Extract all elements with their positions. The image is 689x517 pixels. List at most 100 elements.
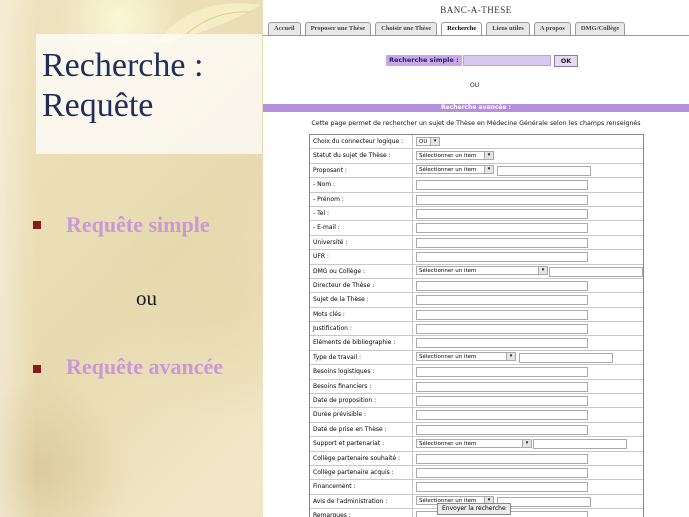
advanced-search-form: Choix du connecteur logique : OU ▾ Statut d…: [309, 134, 644, 517]
form-text-input[interactable]: [416, 208, 588, 219]
form-row: Type de travail : Sélectionner un item ▾: [310, 350, 643, 366]
form-select[interactable]: Sélectionner un item ▾: [416, 165, 494, 175]
form-text-input[interactable]: [416, 467, 588, 478]
form-text-input[interactable]: [549, 266, 643, 277]
form-text-input[interactable]: [416, 194, 588, 205]
form-field-cell: [413, 322, 643, 335]
site-title: BANC-A-THESE: [440, 5, 512, 15]
chevron-down-icon[interactable]: ▾: [538, 267, 547, 275]
form-select[interactable]: OU ▾: [416, 136, 440, 146]
form-field-label: Collège partenaire acquis :: [310, 465, 413, 480]
form-text-input[interactable]: [416, 381, 588, 392]
form-select[interactable]: Sélectionner un item ▾: [416, 438, 532, 448]
form-select-value: Sélectionner un item: [419, 268, 477, 275]
chevron-down-icon[interactable]: ▾: [484, 166, 493, 174]
form-field-cell: Sélectionner un item ▾: [413, 437, 643, 450]
form-field-label: Sujet de la Thèse :: [310, 293, 413, 307]
form-field-cell: [413, 394, 643, 407]
bullet-marker: [33, 221, 41, 229]
simple-search-ok-button[interactable]: OK: [553, 54, 579, 67]
form-field-label: - Tel :: [310, 206, 413, 221]
form-row: Durée prévisible :: [310, 408, 643, 423]
form-text-input[interactable]: [416, 367, 588, 378]
form-text-input[interactable]: [497, 496, 591, 507]
form-field-label: Proposant :: [310, 163, 413, 178]
form-text-input[interactable]: [416, 252, 588, 263]
form-field-cell: [413, 178, 643, 191]
form-row: Sujet de la Thèse :: [310, 293, 643, 308]
tab-divider: [263, 35, 689, 36]
bullet-requete-avancee: Requête avancée: [66, 354, 224, 379]
form-select-value: Sélectionner un item: [419, 354, 477, 361]
form-row: Support et partenariat : Sélectionner un …: [310, 437, 643, 452]
form-text-input[interactable]: [416, 424, 588, 435]
form-text-input[interactable]: [416, 482, 588, 493]
chevron-down-icon[interactable]: ▾: [506, 353, 515, 361]
form-field-label: DMG ou Collège :: [310, 264, 413, 278]
form-row: Justification :: [310, 322, 643, 337]
form-field-cell: [413, 279, 643, 292]
form-text-input[interactable]: [497, 165, 591, 176]
form-row: Université :: [310, 235, 643, 251]
form-row: Directeur de Thèse :: [310, 278, 643, 294]
form-text-input[interactable]: [519, 352, 613, 363]
form-field-cell: [413, 423, 643, 436]
form-text-input[interactable]: [416, 280, 588, 291]
form-text-input[interactable]: [416, 410, 588, 421]
form-field-label: Université :: [310, 235, 413, 250]
form-select-value: Sélectionner un item: [419, 440, 477, 447]
form-row: - E-mail :: [310, 221, 643, 236]
slide-separator-ou: ou: [136, 286, 157, 310]
form-select[interactable]: Sélectionner un item ▾: [416, 352, 516, 362]
tab-accueil[interactable]: Accueil: [268, 22, 301, 35]
slide-title: Recherche : Requête: [42, 46, 272, 126]
simple-search: Recherche simple : OK: [386, 54, 579, 67]
form-field-label: Eléments de bibliographie :: [310, 336, 413, 350]
tab-dmg-college[interactable]: DMG/Collège: [574, 22, 626, 35]
form-text-input[interactable]: [416, 223, 588, 234]
form-text-input[interactable]: [416, 309, 588, 320]
form-row: Mots clés :: [310, 307, 643, 323]
slide-left-band: [0, 0, 36, 517]
bullet-marker: [33, 365, 41, 373]
form-field-label: Choix du connecteur logique :: [310, 135, 413, 149]
form-row: Statut du sujet de Thèse : Sélectionner u…: [310, 149, 643, 164]
tab-choisir-these[interactable]: Choisir une Thèse: [375, 22, 438, 35]
form-text-input[interactable]: [416, 396, 588, 407]
submit-search-button[interactable]: Envoyer la recherche: [437, 503, 511, 515]
form-select[interactable]: Sélectionner un item ▾: [416, 266, 548, 276]
tab-proposer-these[interactable]: Proposer une Thèse: [304, 22, 372, 35]
form-select[interactable]: Sélectionner un item ▾: [416, 150, 494, 160]
tab-recherche[interactable]: Recherche: [441, 22, 483, 36]
form-row: Collège partenaire acquis :: [310, 465, 643, 481]
form-field-cell: [413, 466, 643, 479]
form-field-cell: OU ▾: [413, 135, 643, 148]
tab-liens-utiles[interactable]: Liens utiles: [486, 22, 530, 35]
form-row: UFR :: [310, 250, 643, 265]
form-field-cell: [413, 193, 643, 206]
form-text-input[interactable]: [416, 180, 588, 191]
form-field-label: Avis de l'administration :: [310, 494, 413, 509]
form-field-cell: [413, 365, 643, 378]
form-row: Date de prise en Thèse :: [310, 422, 643, 438]
form-row: Collège partenaire souhaité :: [310, 451, 643, 466]
form-text-input[interactable]: [416, 295, 588, 306]
form-field-cell: [413, 236, 643, 249]
form-text-input[interactable]: [416, 453, 588, 464]
simple-search-input[interactable]: [462, 55, 551, 66]
form-text-input[interactable]: [416, 338, 588, 349]
slide-title-line-1: Recherche :: [42, 47, 204, 84]
chevron-down-icon[interactable]: ▾: [522, 439, 531, 447]
chevron-down-icon[interactable]: ▾: [430, 137, 439, 145]
form-text-input[interactable]: [416, 237, 588, 248]
form-text-input[interactable]: [416, 324, 588, 335]
form-field-cell: Sélectionner un item ▾: [413, 149, 643, 162]
bullet-requete-simple: Requête simple: [66, 212, 210, 237]
form-text-input[interactable]: [533, 439, 627, 450]
form-field-label: Support et partenariat :: [310, 437, 413, 451]
form-field-cell: [413, 480, 643, 493]
advanced-search-header: Recherche avancée :: [263, 104, 689, 112]
form-row: DMG ou Collège : Sélectionner un item ▾: [310, 264, 643, 279]
chevron-down-icon[interactable]: ▾: [484, 151, 493, 159]
tab-a-propos[interactable]: A propos: [533, 22, 571, 35]
